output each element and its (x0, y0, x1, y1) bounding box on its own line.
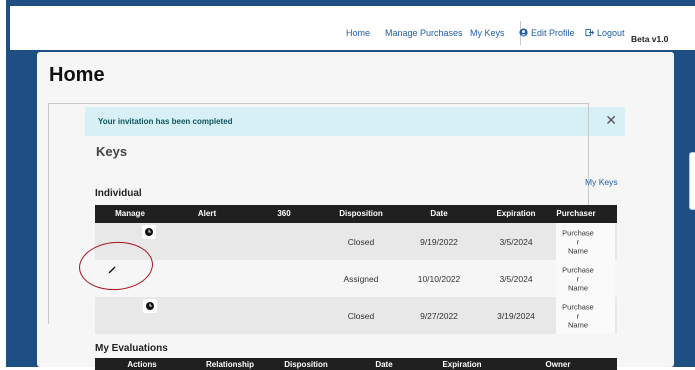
side-scroll-tab[interactable] (689, 152, 695, 210)
date-cell: 9/27/2022 (420, 310, 458, 321)
purchaser-text-line: Name (567, 283, 588, 292)
keys-table-header: Manage Alert 360 Disposition Date Expira… (95, 205, 617, 223)
expiration-cell: 3/5/2024 (499, 273, 533, 284)
purchaser-text-line: Name (567, 246, 588, 255)
column-header-owner[interactable]: Owner (546, 360, 571, 369)
purchaser-cell: Purchase r Name (558, 265, 598, 292)
date-cell: 10/10/2022 (417, 273, 461, 284)
column-header-360[interactable]: 360 (277, 209, 290, 218)
expiration-cell: 3/5/2024 (499, 236, 533, 247)
column-header-date[interactable]: Date (430, 209, 447, 218)
table-row: Closed 9/19/2022 3/5/2024 Purchase r Nam… (95, 223, 617, 260)
date-cell: 9/19/2022 (420, 236, 458, 247)
user-circle-icon (519, 28, 528, 37)
disposition-cell: Closed (347, 236, 375, 247)
evaluations-table-header: Actions Relationship Disposition Date Ex… (95, 358, 617, 370)
table-row: Closed 9/27/2022 3/19/2024 Purchase r Na… (95, 297, 617, 334)
purchaser-text-line: Purchase (562, 265, 594, 274)
purchaser-cell: Purchase r Name (558, 302, 598, 329)
nav-logout-link[interactable]: Logout (585, 28, 625, 38)
nav-edit-profile-link[interactable]: Edit Profile (519, 28, 575, 38)
individual-section-title: Individual (95, 188, 142, 199)
purchaser-text-line: Name (567, 320, 588, 329)
column-header-disposition[interactable]: Disposition (284, 360, 328, 369)
purchaser-text-line: r (576, 237, 580, 246)
keys-legend: Keys (94, 144, 130, 159)
version-badge: Beta v1.0 (631, 34, 669, 44)
nav-manage-purchases-link[interactable]: Manage Purchases (385, 28, 463, 38)
column-header-actions[interactable]: Actions (127, 360, 156, 369)
column-header-relationship[interactable]: Relationship (206, 360, 254, 369)
table-row: Assigned 10/10/2022 3/5/2024 Purchase r … (95, 260, 617, 297)
clock-icon (145, 228, 153, 236)
disposition-cell: Assigned (343, 273, 379, 284)
purchaser-text-line: r (576, 274, 580, 283)
column-header-disposition[interactable]: Disposition (339, 209, 383, 218)
purchaser-text-line: Purchase (562, 302, 594, 311)
close-icon[interactable]: ✕ (605, 113, 617, 127)
my-evaluations-title: My Evaluations (95, 343, 168, 354)
column-header-manage[interactable]: Manage (115, 209, 145, 218)
page-title: Home (49, 64, 105, 86)
column-header-expiration[interactable]: Expiration (496, 209, 535, 218)
purchaser-cell: Purchase r Name (558, 228, 598, 255)
top-navigation-bar: Home Manage Purchases My Keys Edit Profi… (10, 6, 695, 50)
edit-profile-label: Edit Profile (531, 28, 575, 38)
purchaser-text-line: Purchase (562, 228, 594, 237)
logout-label: Logout (597, 28, 625, 38)
manage-button[interactable] (143, 299, 157, 313)
logout-icon (585, 28, 594, 37)
manage-button[interactable] (142, 225, 156, 239)
clock-icon (146, 302, 154, 310)
nav-home-link[interactable]: Home (346, 28, 370, 38)
column-header-expiration[interactable]: Expiration (442, 360, 481, 369)
purchaser-text-line: r (576, 311, 580, 320)
column-header-purchaser[interactable]: Purchaser (556, 209, 595, 218)
disposition-cell: Closed (347, 310, 375, 321)
column-header-alert[interactable]: Alert (198, 209, 216, 218)
column-header-date[interactable]: Date (375, 360, 392, 369)
keys-my-keys-link[interactable]: My Keys (585, 177, 618, 187)
nav-my-keys-link[interactable]: My Keys (470, 28, 505, 38)
expiration-cell: 3/19/2024 (497, 310, 535, 321)
